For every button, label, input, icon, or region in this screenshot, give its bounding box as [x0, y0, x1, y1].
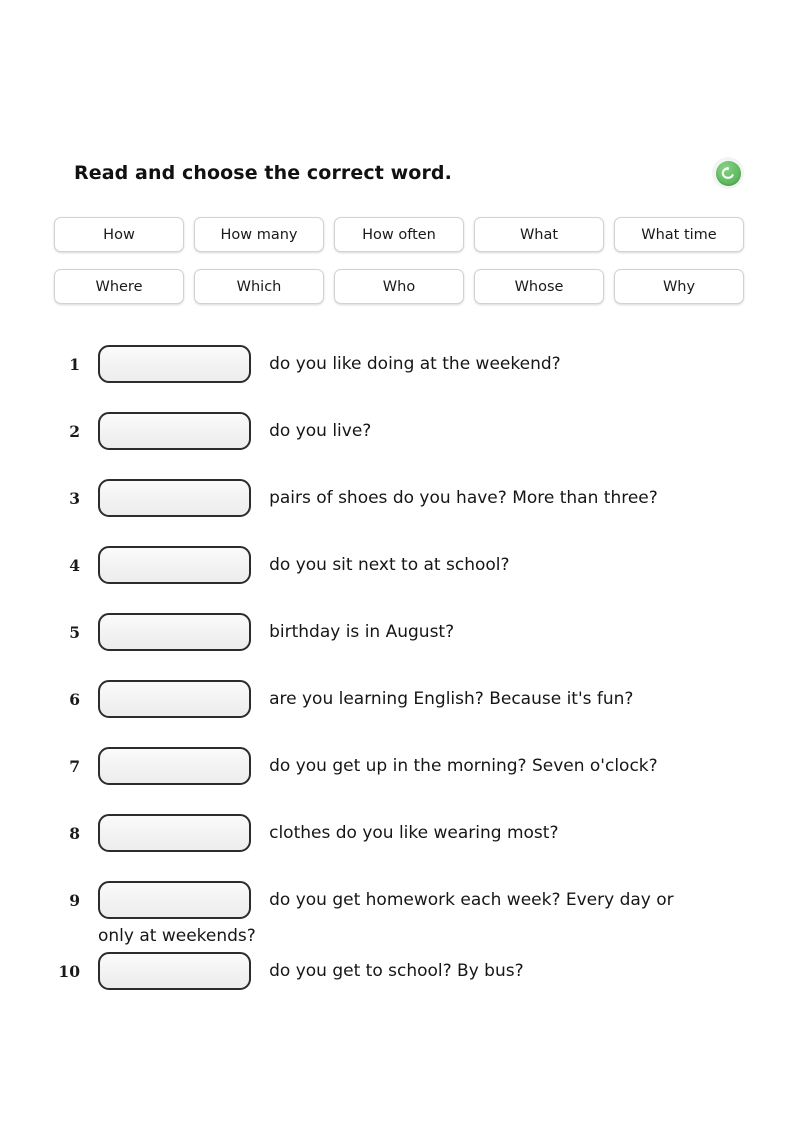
- word-option-who[interactable]: Who: [334, 269, 464, 304]
- question-row-10: 10 do you get to school? By bus?: [0, 952, 794, 1019]
- question-number: 6: [69, 690, 80, 709]
- question-row-8: 8 clothes do you like wearing most?: [0, 814, 794, 881]
- question-row-4: 4 do you sit next to at school?: [0, 546, 794, 613]
- answer-blank-input[interactable]: [98, 479, 251, 517]
- question-row-6: 6 are you learning English? Because it's…: [0, 680, 794, 747]
- reset-circular-arrow-icon: [715, 160, 741, 186]
- question-text: do you like doing at the weekend?: [269, 353, 561, 374]
- question-row-9: 9 do you get homework each week? Every d…: [0, 881, 794, 952]
- page-title: Read and choose the correct word.: [74, 162, 452, 184]
- answer-blank-input[interactable]: [98, 345, 251, 383]
- word-option-which[interactable]: Which: [194, 269, 324, 304]
- question-list: 1 do you like doing at the weekend? 2 do…: [0, 345, 794, 1019]
- worksheet-page: Read and choose the correct word. How Ho…: [0, 0, 794, 1123]
- question-text: do you get up in the morning? Seven o'cl…: [269, 755, 658, 776]
- question-number: 1: [69, 355, 80, 374]
- word-option-whose[interactable]: Whose: [474, 269, 604, 304]
- reset-button[interactable]: [712, 157, 744, 189]
- word-bank-row-1: How How many How often What What time: [54, 217, 744, 252]
- answer-blank-input[interactable]: [98, 952, 251, 990]
- answer-blank-input[interactable]: [98, 747, 251, 785]
- question-row-7: 7 do you get up in the morning? Seven o'…: [0, 747, 794, 814]
- word-option-how[interactable]: How: [54, 217, 184, 252]
- question-text: do you get homework each week? Every day…: [269, 889, 674, 910]
- question-text-continuation: only at weekends?: [98, 926, 256, 946]
- question-number: 3: [69, 489, 80, 508]
- question-number: 10: [58, 962, 80, 981]
- question-text: clothes do you like wearing most?: [269, 822, 559, 843]
- question-row-5: 5 birthday is in August?: [0, 613, 794, 680]
- word-option-what-time[interactable]: What time: [614, 217, 744, 252]
- answer-blank-input[interactable]: [98, 412, 251, 450]
- question-row-2: 2 do you live?: [0, 412, 794, 479]
- question-text: birthday is in August?: [269, 621, 455, 642]
- question-row-1: 1 do you like doing at the weekend?: [0, 345, 794, 412]
- answer-blank-input[interactable]: [98, 680, 251, 718]
- word-option-what[interactable]: What: [474, 217, 604, 252]
- word-bank-row-2: Where Which Who Whose Why: [54, 269, 744, 304]
- question-number: 4: [69, 556, 80, 575]
- word-option-where[interactable]: Where: [54, 269, 184, 304]
- question-number: 5: [69, 623, 80, 642]
- question-number: 7: [69, 757, 80, 776]
- answer-blank-input[interactable]: [98, 613, 251, 651]
- word-option-how-often[interactable]: How often: [334, 217, 464, 252]
- question-number: 9: [69, 891, 80, 910]
- question-text: do you live?: [269, 420, 372, 441]
- word-bank: How How many How often What What time Wh…: [54, 217, 744, 321]
- answer-blank-input[interactable]: [98, 546, 251, 584]
- word-option-why[interactable]: Why: [614, 269, 744, 304]
- worksheet-header: Read and choose the correct word.: [74, 157, 746, 192]
- answer-blank-input[interactable]: [98, 881, 251, 919]
- answer-blank-input[interactable]: [98, 814, 251, 852]
- question-text: pairs of shoes do you have? More than th…: [269, 487, 658, 508]
- question-number: 2: [69, 422, 80, 441]
- question-text: do you get to school? By bus?: [269, 960, 524, 981]
- question-number: 8: [69, 824, 80, 843]
- question-text: do you sit next to at school?: [269, 554, 510, 575]
- word-option-how-many[interactable]: How many: [194, 217, 324, 252]
- question-row-3: 3 pairs of shoes do you have? More than …: [0, 479, 794, 546]
- question-text: are you learning English? Because it's f…: [269, 688, 634, 709]
